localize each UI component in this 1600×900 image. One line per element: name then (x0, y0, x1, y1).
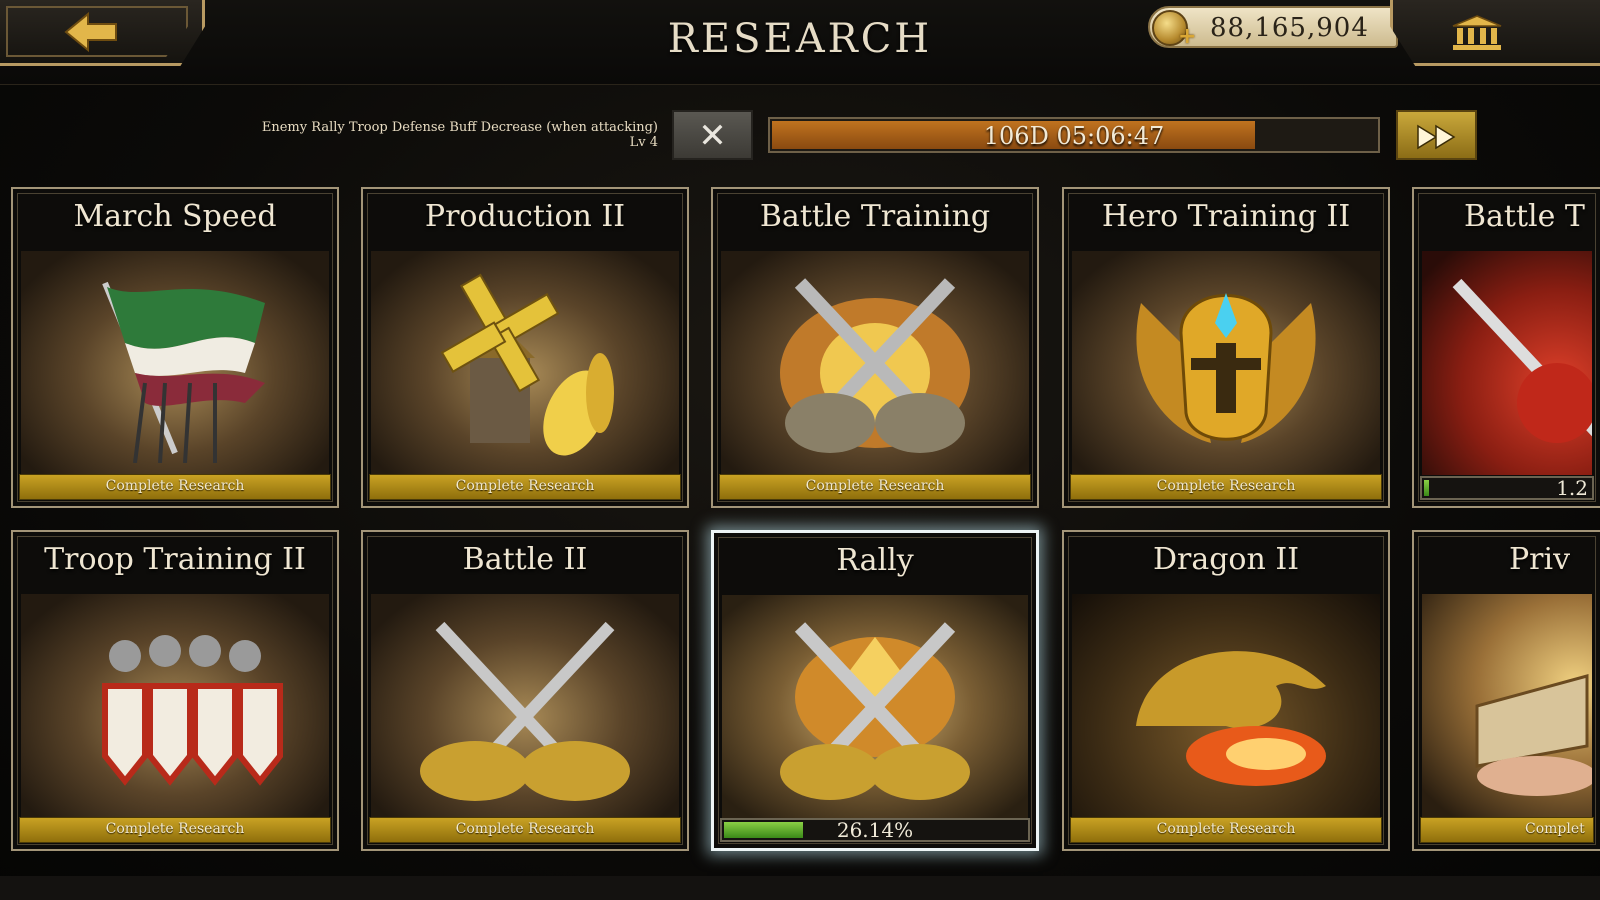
research-card-march-speed[interactable]: March Speed Complete Research (11, 187, 339, 508)
bank-icon (1452, 15, 1502, 50)
dragon-fire-icon (1072, 594, 1380, 818)
research-card-troop-training-ii[interactable]: Troop Training II Complete Research (11, 530, 339, 851)
add-gold-icon[interactable]: + (1178, 26, 1196, 48)
rally-crest-icon (722, 595, 1028, 819)
research-card-battle-training[interactable]: Battle Training Complete Research (711, 187, 1039, 508)
card-title: March Speed (73, 199, 277, 234)
research-progress-bar: 106D 05:06:47 (768, 117, 1380, 153)
windmill-wheat-icon (371, 251, 679, 475)
flag-spears-icon (21, 251, 329, 475)
research-progress: 1.2 (1420, 476, 1594, 500)
current-research-description: Enemy Rally Troop Defense Buff Decrease … (261, 120, 658, 150)
red-swords-icon (1422, 251, 1592, 475)
research-card-battle-ii[interactable]: Battle II Complete Research (361, 530, 689, 851)
speed-up-button[interactable] (1396, 110, 1477, 160)
card-title: Dragon II (1152, 542, 1300, 577)
book-hand-icon (1422, 594, 1592, 818)
card-title: Rally (836, 543, 914, 578)
research-card-dragon-ii[interactable]: Dragon II Complete Research (1062, 530, 1390, 851)
complete-research-button[interactable]: Complete Research (19, 474, 331, 500)
research-timer: 106D 05:06:47 (983, 122, 1165, 150)
golden-helmet-icon (1072, 251, 1380, 475)
complete-research-button[interactable]: Complete Research (19, 817, 331, 843)
research-card-rally[interactable]: Rally 26.14% (711, 530, 1039, 851)
knights-shields-icon (21, 594, 329, 818)
back-button[interactable] (0, 0, 205, 66)
bank-button[interactable] (1390, 0, 1600, 66)
close-icon: ✕ (698, 116, 727, 156)
research-card-battle-t[interactable]: Battle T 1.2 (1412, 187, 1600, 508)
gold-amount: 88,165,904 (1210, 13, 1369, 43)
research-card-priv[interactable]: Priv Complet (1412, 530, 1600, 851)
page-title: RESEARCH (667, 16, 933, 62)
research-progress-text: 26.14% (836, 818, 914, 842)
card-title: Battle II (462, 542, 588, 577)
card-title: Hero Training II (1101, 199, 1351, 234)
research-progress-text: 1.2 (1556, 476, 1588, 500)
research-card-hero-training-ii[interactable]: Hero Training II Complete Research (1062, 187, 1390, 508)
crossed-swords-gauntlets-icon (371, 594, 679, 818)
fast-forward-icon (1417, 124, 1456, 150)
back-arrow-icon (64, 12, 117, 52)
bottom-strip (0, 876, 1600, 900)
card-title: Battle T (1464, 199, 1585, 234)
gold-counter[interactable]: + 88,165,904 (1148, 6, 1398, 48)
research-progress: 26.14% (720, 818, 1030, 842)
complete-research-button[interactable]: Complet (1420, 817, 1594, 843)
complete-research-button[interactable]: Complete Research (1070, 474, 1382, 500)
complete-research-button[interactable]: Complete Research (1070, 817, 1382, 843)
research-card-production-ii[interactable]: Production II Complete Research (361, 187, 689, 508)
card-title: Priv (1509, 542, 1571, 577)
card-title: Troop Training II (44, 542, 306, 577)
complete-research-button[interactable]: Complete Research (369, 817, 681, 843)
crossed-swords-crest-icon (721, 251, 1029, 475)
card-title: Battle Training (759, 199, 991, 234)
complete-research-button[interactable]: Complete Research (719, 474, 1031, 500)
card-title: Production II (424, 199, 626, 234)
complete-research-button[interactable]: Complete Research (369, 474, 681, 500)
cancel-research-button[interactable]: ✕ (672, 110, 753, 160)
